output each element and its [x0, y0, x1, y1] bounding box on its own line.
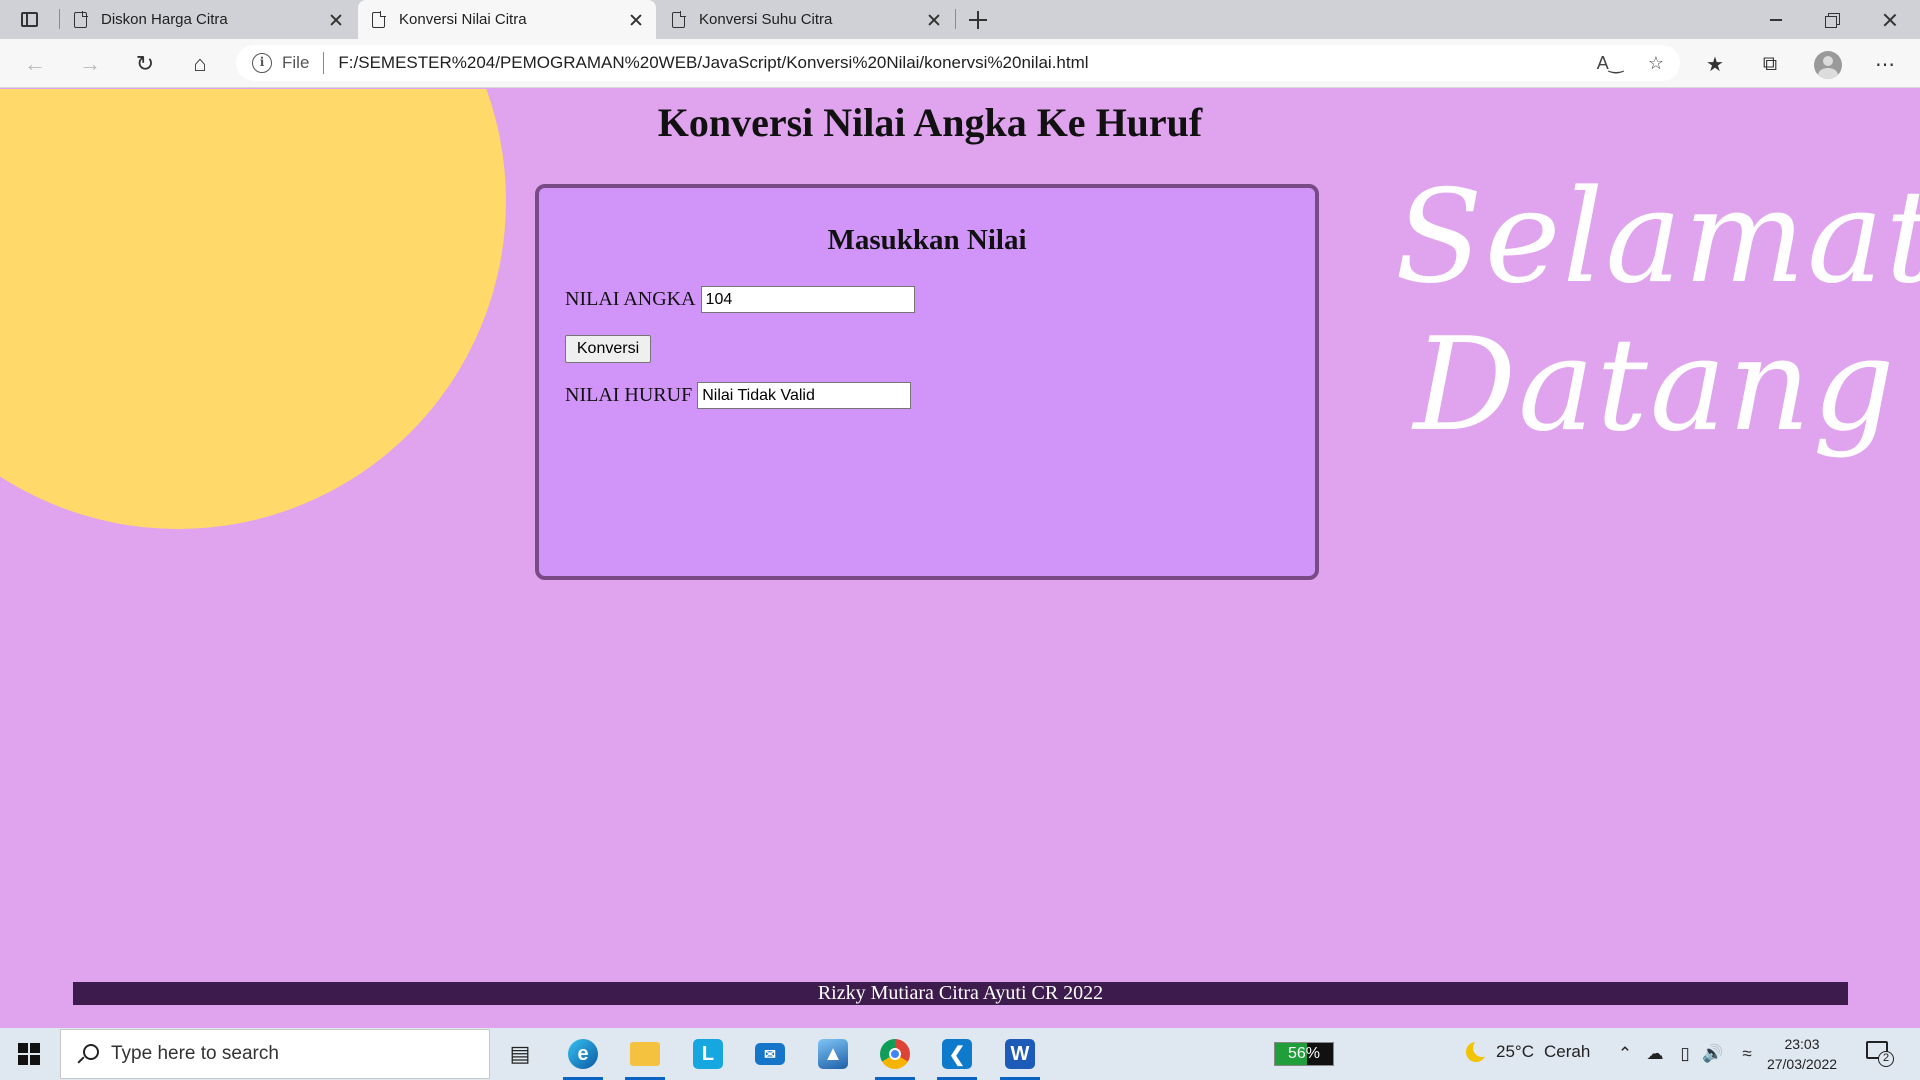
chrome-icon[interactable]	[870, 1032, 920, 1080]
task-view-icon[interactable]: ▤	[495, 1032, 545, 1076]
tab-konversi-suhu[interactable]: Konversi Suhu Citra	[658, 0, 954, 39]
page-footer: Rizky Mutiara Citra Ayuti CR 2022	[73, 982, 1848, 1005]
document-icon	[672, 10, 686, 28]
tab-diskon-harga[interactable]: Diskon Harga Citra	[60, 0, 356, 39]
battery-icon[interactable]: ▯	[1674, 1042, 1696, 1066]
clock[interactable]: 23:03 27/03/2022	[1766, 1034, 1838, 1074]
edge-icon[interactable]: e	[558, 1032, 608, 1080]
onedrive-cloud-icon[interactable]: ☁	[1644, 1042, 1666, 1066]
decorative-sun-circle	[0, 89, 506, 529]
refresh-button[interactable]: ↻	[130, 49, 160, 79]
letter-field-row: NILAI HURUF	[565, 382, 912, 409]
url-separator	[323, 52, 325, 74]
tab-title: Diskon Harga Citra	[101, 11, 228, 28]
home-button[interactable]: ⌂	[185, 49, 215, 79]
weather-desc: Cerah	[1543, 1042, 1591, 1061]
numeric-input[interactable]	[700, 286, 915, 313]
browser-tab-strip: Diskon Harga Citra Konversi Nilai Citra …	[0, 0, 1920, 39]
welcome-text: Selamat Datang	[1395, 163, 1920, 460]
form-heading: Masukkan Nilai	[827, 224, 1027, 256]
weather-temp: 25°C	[1496, 1042, 1534, 1061]
start-windows-icon[interactable]	[18, 1043, 40, 1065]
minimize-button[interactable]	[1749, 0, 1803, 39]
search-placeholder: Type here to search	[111, 1043, 279, 1064]
volume-icon[interactable]: 🔊	[1702, 1042, 1724, 1066]
taskbar-search-box[interactable]: Type here to search	[60, 1029, 490, 1079]
letter-label: NILAI HURUF	[565, 384, 693, 406]
welcome-line-1: Selamat	[1395, 163, 1920, 312]
forward-button[interactable]: →	[75, 49, 105, 79]
address-bar[interactable]: i File F:/SEMESTER%204/PEMOGRAMAN%20WEB/…	[236, 45, 1680, 81]
document-icon	[372, 10, 386, 28]
profile-avatar[interactable]	[1814, 51, 1842, 79]
document-icon	[74, 10, 88, 28]
close-tab-icon[interactable]	[926, 12, 942, 28]
word-icon[interactable]: W	[995, 1032, 1045, 1080]
weather-widget[interactable]: 25°C Cerah	[1466, 1039, 1591, 1062]
conversion-form: Masukkan Nilai NILAI ANGKA Konversi NILA…	[535, 184, 1319, 580]
letter-output[interactable]	[697, 382, 912, 409]
numeric-field-row: NILAI ANGKA	[565, 286, 915, 313]
tab-title: Konversi Nilai Citra	[399, 11, 527, 28]
battery-label: 56%	[1287, 1045, 1321, 1062]
collections-icon[interactable]: ⧉	[1755, 49, 1785, 79]
page-title: Konversi Nilai Angka Ke Huruf	[657, 100, 1203, 145]
numeric-label: NILAI ANGKA	[565, 288, 696, 310]
chevron-up-icon[interactable]: ⌃	[1614, 1042, 1636, 1066]
more-options-icon[interactable]: ⋯	[1870, 49, 1900, 79]
close-tab-icon[interactable]	[628, 12, 644, 28]
new-tab-button[interactable]	[966, 8, 990, 32]
mail-icon[interactable]: ✉	[745, 1032, 795, 1076]
search-icon	[77, 1043, 99, 1065]
notification-count: 2	[1878, 1051, 1894, 1067]
l-app-icon[interactable]: L	[683, 1032, 733, 1076]
scheme-label: File	[282, 53, 310, 72]
info-icon[interactable]: i	[252, 53, 272, 73]
notification-center-icon[interactable]: 2	[1866, 1041, 1894, 1067]
back-button[interactable]: ←	[20, 49, 50, 79]
favorites-icon[interactable]: ★	[1700, 49, 1730, 79]
vscode-icon[interactable]: ❮	[932, 1032, 982, 1080]
file-explorer-icon[interactable]	[620, 1032, 670, 1080]
close-tab-icon[interactable]	[328, 12, 344, 28]
moon-icon	[1466, 1039, 1491, 1062]
clock-date: 27/03/2022	[1766, 1056, 1838, 1072]
welcome-line-2: Datang	[1413, 311, 1897, 460]
tab-konversi-nilai[interactable]: Konversi Nilai Citra	[358, 0, 656, 39]
page-content: Konversi Nilai Angka Ke Huruf Selamat Da…	[0, 89, 1920, 1028]
add-favorite-icon[interactable]: ☆	[1642, 49, 1670, 77]
clock-time: 23:03	[1784, 1036, 1820, 1052]
window-close-button[interactable]	[1863, 0, 1917, 39]
restore-button[interactable]	[1806, 0, 1860, 39]
tab-separator	[955, 9, 956, 29]
tab-actions-icon[interactable]	[18, 9, 42, 31]
browser-toolbar: ← → ↻ ⌂ i File F:/SEMESTER%204/PEMOGRAMA…	[0, 39, 1920, 88]
wifi-icon[interactable]: ≈	[1736, 1042, 1758, 1066]
tab-title: Konversi Suhu Citra	[699, 11, 833, 28]
read-aloud-icon[interactable]: A‿	[1596, 49, 1624, 77]
photos-icon[interactable]: ▲	[808, 1032, 858, 1076]
url-text[interactable]: F:/SEMESTER%204/PEMOGRAMAN%20WEB/JavaScr…	[338, 53, 1088, 73]
convert-button[interactable]: Konversi	[565, 335, 651, 363]
battery-percentage-badge: 56%	[1274, 1042, 1334, 1066]
windows-taskbar: Type here to search ▤ e L ✉ ▲ ❮ W 56% 25…	[0, 1028, 1920, 1080]
